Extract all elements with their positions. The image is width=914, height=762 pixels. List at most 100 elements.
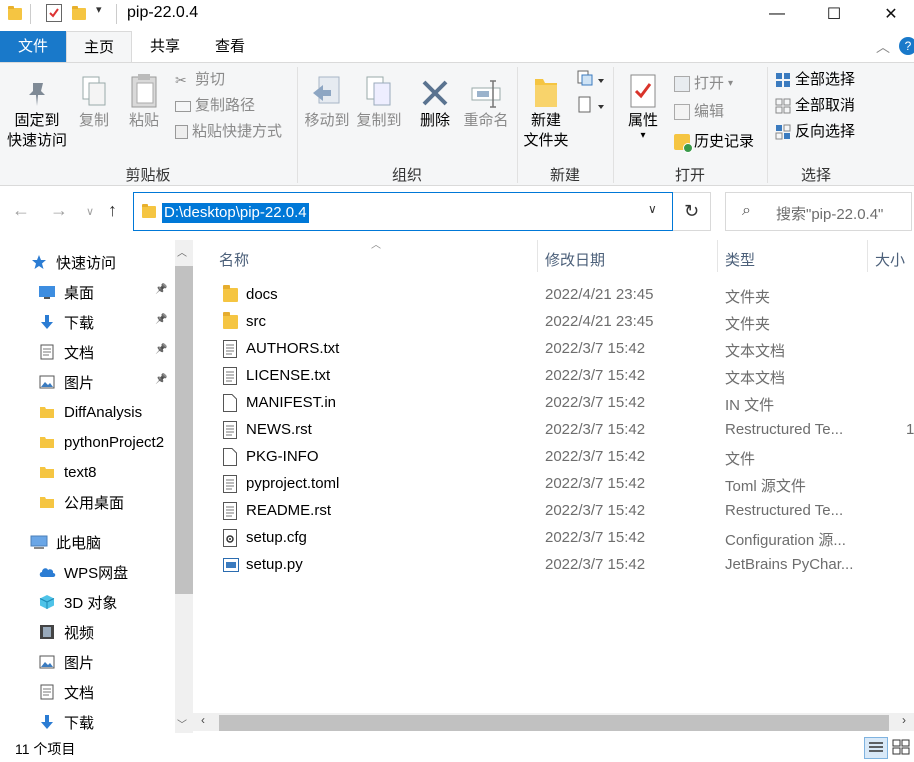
column-header-date[interactable]: 修改日期: [545, 249, 605, 270]
pin-icon[interactable]: 📌: [155, 374, 167, 385]
up-arrow-icon[interactable]: ↑: [108, 200, 117, 221]
table-row[interactable]: README.rst 2022/3/7 15:42 Restructured Te.…: [193, 498, 914, 525]
address-dropdown-chevron-icon[interactable]: ∨: [648, 202, 657, 216]
edit-button[interactable]: 编辑: [674, 101, 724, 123]
table-row[interactable]: src 2022/4/21 23:45 文件夹: [193, 309, 914, 336]
nav-item[interactable]: 图片: [0, 648, 175, 676]
maximize-button[interactable]: ☐: [811, 0, 857, 28]
new-item-button[interactable]: [576, 69, 606, 89]
address-path[interactable]: D:\desktop\pip-22.0.4: [162, 203, 309, 223]
table-row[interactable]: NEWS.rst 2022/3/7 15:42 Restructured Te...…: [193, 417, 914, 444]
nav-item[interactable]: 公用桌面: [0, 488, 175, 516]
horizontal-scrollbar[interactable]: ‹ ›: [193, 713, 914, 731]
text-document-icon: [223, 421, 239, 439]
nav-item[interactable]: 文档: [0, 678, 175, 706]
copy-to-button[interactable]: 复制到: [354, 71, 404, 131]
close-button[interactable]: ✕: [868, 0, 914, 28]
column-header-type[interactable]: 类型: [725, 249, 755, 270]
nav-item-label: text8: [64, 463, 97, 481]
history-button[interactable]: 历史记录: [674, 131, 754, 153]
nav-item[interactable]: text8: [0, 458, 175, 486]
delete-button[interactable]: 删除: [413, 71, 457, 131]
paste-button[interactable]: 粘贴: [122, 71, 166, 131]
tab-file[interactable]: 文件: [0, 31, 66, 62]
table-row[interactable]: AUTHORS.txt 2022/3/7 15:42 文本文档: [193, 336, 914, 363]
file-name: AUTHORS.txt: [246, 340, 340, 357]
horizontal-scroll-thumb[interactable]: [219, 715, 889, 731]
refresh-button[interactable]: ↻: [673, 192, 711, 231]
table-row[interactable]: pyproject.toml 2022/3/7 15:42 Toml 源文件: [193, 471, 914, 498]
nav-item[interactable]: 快速访问: [0, 248, 175, 276]
large-icons-view-button[interactable]: [890, 737, 914, 759]
pin-icon[interactable]: 📌: [155, 284, 167, 295]
scroll-right-icon[interactable]: ›: [902, 713, 906, 727]
copy-button[interactable]: 复制: [72, 71, 116, 131]
nav-item[interactable]: 此电脑: [0, 528, 175, 556]
column-divider[interactable]: [867, 240, 868, 272]
search-box[interactable]: ⌕ 搜索"pip-22.0.4": [725, 192, 912, 231]
new-folder-quick-icon[interactable]: [72, 6, 86, 26]
nav-item[interactable]: 下载: [0, 708, 175, 733]
forward-arrow-icon[interactable]: →: [50, 200, 68, 221]
file-name: LICENSE.txt: [246, 367, 331, 384]
select-none-button[interactable]: 全部取消: [775, 95, 855, 117]
column-header-name[interactable]: 名称: [219, 249, 249, 270]
column-header-size[interactable]: 大小: [875, 249, 905, 270]
download-icon: [38, 713, 56, 731]
address-bar[interactable]: D:\desktop\pip-22.0.4 ∨: [133, 192, 673, 231]
table-row[interactable]: setup.py 2022/3/7 15:42 JetBrains PyChar..…: [193, 552, 914, 579]
column-divider[interactable]: [537, 240, 538, 272]
collapse-ribbon-icon[interactable]: ︿: [876, 37, 890, 57]
copy-path-button[interactable]: 复制路径: [175, 95, 255, 117]
nav-item-label: DiffAnalysis: [64, 403, 143, 421]
table-row[interactable]: MANIFEST.in 2022/3/7 15:42 IN 文件: [193, 390, 914, 417]
open-button[interactable]: 打开 ▾: [674, 73, 733, 95]
properties-check-icon[interactable]: [46, 4, 62, 22]
table-row[interactable]: docs 2022/4/21 23:45 文件夹: [193, 282, 914, 309]
pin-quick-access-button[interactable]: 固定到 快速访问: [4, 71, 70, 151]
nav-item[interactable]: WPS网盘: [0, 558, 175, 586]
column-divider[interactable]: [717, 240, 718, 272]
chevron-down-icon[interactable]: ▾: [96, 3, 102, 21]
back-arrow-icon[interactable]: ←: [12, 200, 30, 221]
rename-button[interactable]: 重命名: [460, 71, 512, 131]
help-icon[interactable]: ?: [899, 37, 914, 55]
tab-view[interactable]: 查看: [198, 31, 262, 62]
table-row[interactable]: setup.cfg 2022/3/7 15:42 Configuration 源..…: [193, 525, 914, 552]
nav-item[interactable]: 桌面: [0, 278, 175, 306]
chevron-down-icon: ▾: [728, 78, 734, 89]
select-all-button[interactable]: 全部选择: [775, 69, 855, 91]
nav-scroll-thumb[interactable]: [175, 266, 193, 594]
tab-share[interactable]: 共享: [134, 31, 196, 62]
nav-item[interactable]: pythonProject2: [0, 428, 175, 456]
invert-selection-button[interactable]: 反向选择: [775, 121, 855, 143]
recent-locations-chevron-icon[interactable]: ∨: [86, 205, 94, 218]
move-to-button[interactable]: 移动到: [302, 71, 352, 131]
scroll-down-icon[interactable]: ﹀: [177, 716, 187, 731]
nav-item[interactable]: 下载: [0, 308, 175, 336]
pin-icon[interactable]: 📌: [155, 314, 167, 325]
tab-home[interactable]: 主页: [66, 31, 132, 62]
scroll-up-icon[interactable]: ︿: [177, 244, 187, 259]
cut-button[interactable]: ✂ 剪切: [175, 69, 225, 91]
nav-item[interactable]: 图片: [0, 368, 175, 396]
details-view-button[interactable]: [864, 737, 888, 759]
open-label: 打开: [694, 75, 725, 92]
minimize-button[interactable]: —: [754, 0, 800, 28]
table-row[interactable]: LICENSE.txt 2022/3/7 15:42 文本文档: [193, 363, 914, 390]
easy-access-button[interactable]: [576, 95, 606, 115]
table-row[interactable]: PKG-INFO 2022/3/7 15:42 文件: [193, 444, 914, 471]
paste-shortcut-button[interactable]: 粘贴快捷方式: [175, 121, 282, 143]
nav-item[interactable]: 视频: [0, 618, 175, 646]
nav-item-label: 公用桌面: [64, 494, 125, 512]
new-folder-button[interactable]: 新建 文件夹: [520, 71, 572, 151]
nav-item[interactable]: DiffAnalysis: [0, 398, 175, 426]
nav-item[interactable]: 3D 对象: [0, 588, 175, 616]
copy-to-icon: [361, 71, 397, 109]
document-icon: [38, 683, 56, 701]
scroll-left-icon[interactable]: ‹: [201, 713, 205, 727]
pin-icon[interactable]: 📌: [155, 344, 167, 355]
properties-button[interactable]: 属性 ▾: [620, 71, 666, 141]
nav-item[interactable]: 文档: [0, 338, 175, 366]
new-folder-icon: [528, 71, 564, 109]
